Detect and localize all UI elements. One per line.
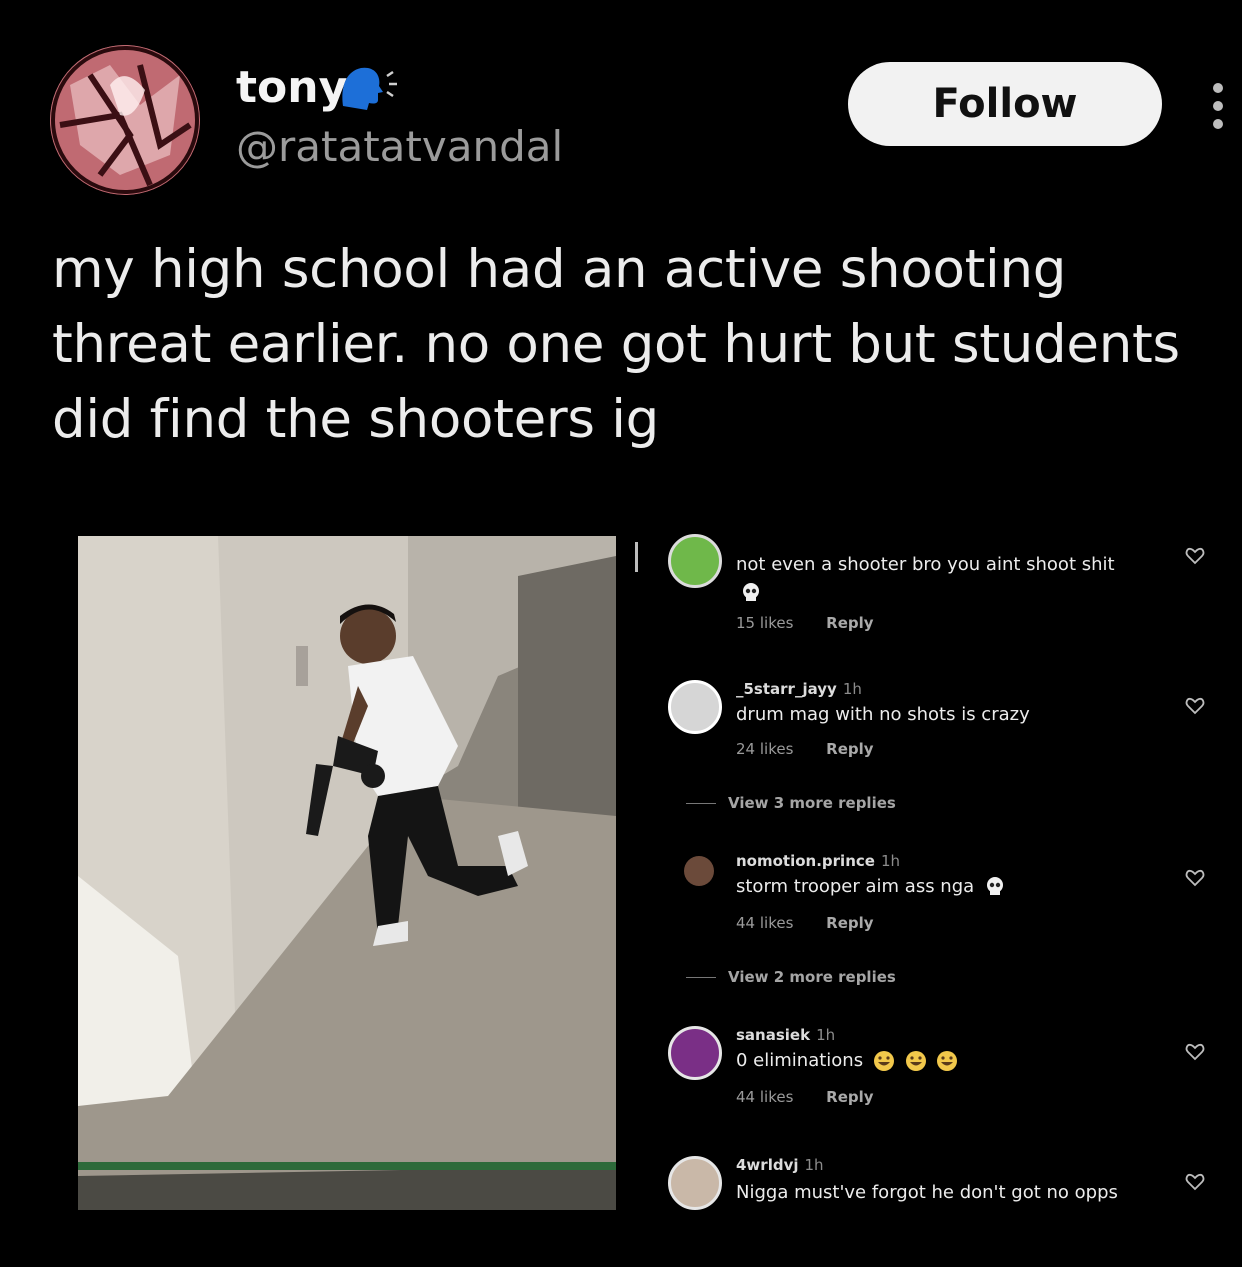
comment-avatar[interactable]	[668, 1026, 722, 1080]
comment-username[interactable]: sanasiek 1h	[736, 1026, 835, 1044]
photo	[78, 536, 616, 1210]
comment-avatar[interactable]	[684, 856, 714, 886]
like-count: 44 likes	[736, 1088, 794, 1106]
comment-avatar[interactable]	[668, 534, 722, 588]
comments-panel: not even a shooter bro you aint shoot sh…	[658, 532, 1224, 1212]
comment-username[interactable]: _5starr_jayy 1h	[736, 680, 862, 698]
post-media[interactable]: not even a shooter bro you aint shoot sh…	[78, 532, 1224, 1212]
laughing-crying-icon	[873, 1051, 894, 1071]
comment-text: Nigga must've forgot he don't got no opp…	[736, 1182, 1118, 1203]
username-text[interactable]: _5starr_jayy	[736, 680, 837, 698]
profile-avatar-art	[50, 45, 200, 195]
heart-icon[interactable]	[1185, 696, 1205, 716]
comment-time: 1h	[804, 1156, 824, 1174]
reply-button[interactable]: Reply	[826, 1088, 873, 1106]
view-more-replies[interactable]: View 2 more replies	[686, 968, 896, 986]
comment-time: 1h	[842, 680, 862, 698]
comment-time: 1h	[880, 852, 900, 870]
like-count: 24 likes	[736, 740, 794, 758]
post-text: my high school had an active shooting th…	[52, 239, 1180, 450]
comment-time: 1h	[816, 1026, 836, 1044]
comment-username[interactable]: nomotion.prince 1h	[736, 852, 900, 870]
like-count: 15 likes	[736, 614, 794, 632]
heart-icon[interactable]	[1185, 546, 1205, 566]
comment-text: 0 eliminations	[736, 1050, 958, 1072]
skull-icon	[986, 877, 1003, 895]
comment-text-content: not even a shooter bro you aint shoot sh…	[736, 554, 1115, 575]
username-text[interactable]: 4wrldvj	[736, 1156, 799, 1174]
comment-meta: 44 likes Reply	[736, 914, 874, 932]
like-count: 44 likes	[736, 914, 794, 932]
comment-text: drum mag with no shots is crazy	[736, 704, 1030, 725]
photo-person-holding-gun	[78, 536, 616, 1210]
comment-meta: 15 likes Reply	[736, 614, 874, 632]
heart-icon[interactable]	[1185, 868, 1205, 888]
heart-icon[interactable]	[1185, 1172, 1205, 1192]
comment-meta: 44 likes Reply	[736, 1088, 874, 1106]
view-more-replies[interactable]: View 3 more replies	[686, 794, 896, 812]
comment-text: storm trooper aim ass nga	[736, 876, 1006, 898]
comment-avatar[interactable]	[668, 680, 722, 734]
heart-icon[interactable]	[1185, 1042, 1205, 1062]
laughing-crying-icon	[937, 1051, 958, 1071]
skull-icon	[743, 583, 759, 601]
comment-text-content: storm trooper aim ass nga	[736, 876, 975, 897]
speaking-head-icon	[342, 67, 397, 110]
comment-username[interactable]: 4wrldvj 1h	[736, 1156, 824, 1174]
username-text[interactable]: sanasiek	[736, 1026, 810, 1044]
comment-text-content: 0 eliminations	[736, 1050, 864, 1071]
reply-button[interactable]: Reply	[826, 914, 873, 932]
comment-avatar[interactable]	[668, 1156, 722, 1210]
laughing-crying-icon	[905, 1051, 926, 1071]
handle[interactable]: @ratatatvandal	[236, 122, 563, 171]
comment-text: not even a shooter bro you aint shoot sh…	[736, 554, 1115, 575]
display-name[interactable]: tony	[236, 62, 347, 113]
reply-button[interactable]: Reply	[826, 614, 873, 632]
avatar[interactable]	[50, 45, 200, 195]
scroll-indicator	[635, 542, 638, 572]
reply-button[interactable]: Reply	[826, 740, 873, 758]
comment-meta: 24 likes Reply	[736, 740, 874, 758]
follow-button[interactable]: Follow	[848, 62, 1162, 146]
more-vertical-icon[interactable]	[1210, 80, 1226, 132]
username-text[interactable]: nomotion.prince	[736, 852, 875, 870]
